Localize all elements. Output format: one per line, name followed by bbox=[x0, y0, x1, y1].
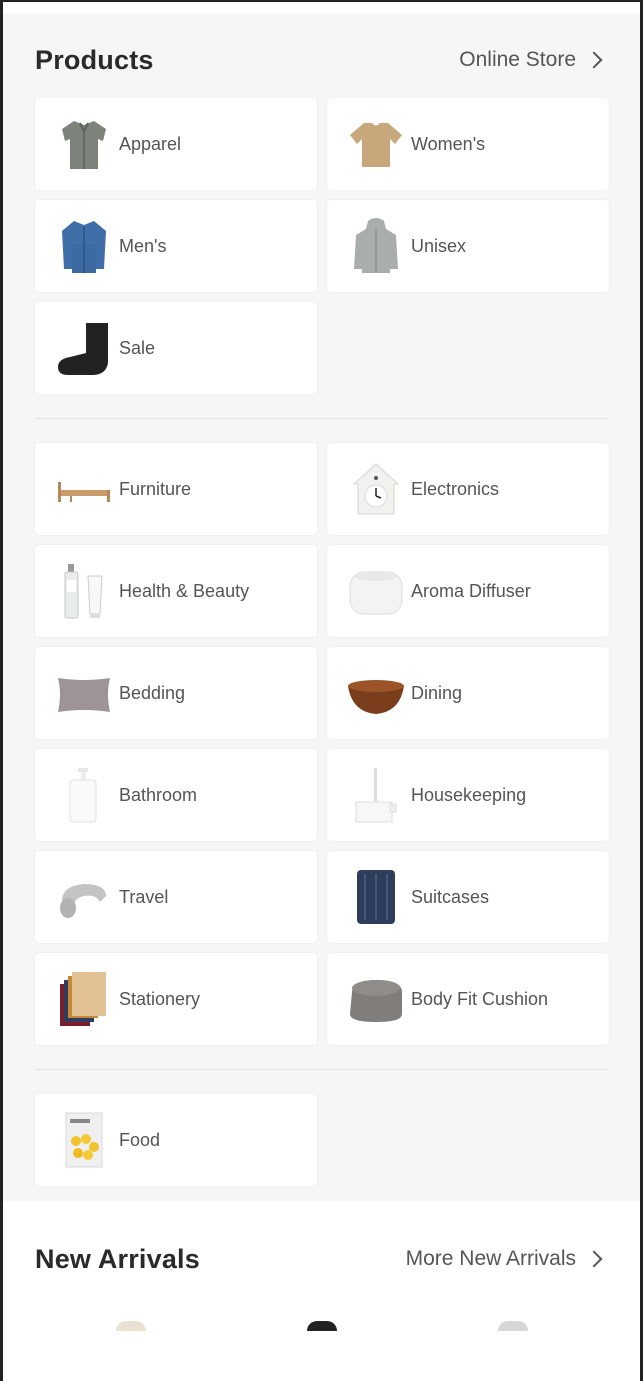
chevron-right-icon bbox=[585, 51, 603, 69]
apparel-category-grid: Apparel Women's Men's Unisex Sale bbox=[35, 98, 609, 394]
category-card-mens[interactable]: Men's bbox=[35, 200, 317, 292]
dispenser-icon bbox=[55, 764, 113, 826]
category-label: Furniture bbox=[119, 478, 192, 499]
category-card-bathroom[interactable]: Bathroom bbox=[35, 749, 317, 841]
notebooks-icon bbox=[55, 968, 113, 1030]
category-label: Housekeeping bbox=[411, 784, 527, 805]
category-card-body-fit-cushion[interactable]: Body Fit Cushion bbox=[327, 953, 609, 1045]
chevron-right-icon bbox=[585, 1250, 603, 1268]
category-label: Travel bbox=[119, 886, 169, 907]
section-divider bbox=[35, 418, 608, 419]
category-card-bedding[interactable]: Bedding bbox=[35, 647, 317, 739]
products-header: Products Online Store bbox=[35, 38, 608, 82]
shirt-icon bbox=[55, 113, 113, 175]
category-card-stationery[interactable]: Stationery bbox=[35, 953, 317, 1045]
category-label: Dining bbox=[411, 682, 463, 703]
category-card-apparel[interactable]: Apparel bbox=[35, 98, 317, 190]
clock-icon bbox=[347, 458, 405, 520]
new-arrivals-section: New Arrivals More New Arrivals bbox=[3, 1201, 640, 1361]
category-card-electronics[interactable]: Electronics bbox=[327, 443, 609, 535]
sock-icon bbox=[55, 317, 113, 379]
category-label: Sale bbox=[119, 337, 156, 358]
products-section: Products Online Store Apparel Women's Me… bbox=[3, 14, 640, 1211]
category-label: Body Fit Cushion bbox=[411, 988, 549, 1009]
pillow-icon bbox=[55, 662, 113, 724]
category-label: Women's bbox=[411, 133, 486, 154]
category-label: Unisex bbox=[411, 235, 467, 256]
more-new-arrivals-link[interactable]: More New Arrivals bbox=[406, 1247, 608, 1271]
category-card-unisex[interactable]: Unisex bbox=[327, 200, 609, 292]
home-category-grid: Furniture Electronics Health & Beauty Ar… bbox=[35, 443, 609, 1045]
category-label: Bathroom bbox=[119, 784, 198, 805]
category-card-housekeeping[interactable]: Housekeeping bbox=[327, 749, 609, 841]
category-label: Suitcases bbox=[411, 886, 490, 907]
category-card-furniture[interactable]: Furniture bbox=[35, 443, 317, 535]
category-card-womens[interactable]: Women's bbox=[327, 98, 609, 190]
snack-bag-icon bbox=[55, 1109, 113, 1171]
products-title: Products bbox=[35, 44, 154, 75]
lint-roller-icon bbox=[347, 764, 405, 826]
online-store-label: Online Store bbox=[459, 48, 576, 71]
denim-shirt-icon bbox=[55, 215, 113, 277]
category-label: Food bbox=[119, 1129, 161, 1150]
bed-icon bbox=[55, 458, 113, 520]
page-frame: Products Online Store Apparel Women's Me… bbox=[0, 0, 643, 1381]
section-divider bbox=[35, 1069, 608, 1070]
neck-pillow-icon bbox=[55, 866, 113, 928]
new-arrivals-header: New Arrivals More New Arrivals bbox=[35, 1237, 608, 1281]
online-store-link[interactable]: Online Store bbox=[459, 48, 608, 72]
product-thumbnail[interactable] bbox=[115, 1321, 146, 1331]
tshirt-icon bbox=[347, 113, 405, 175]
category-label: Electronics bbox=[411, 478, 500, 499]
product-thumbnail[interactable] bbox=[306, 1321, 337, 1331]
category-card-dining[interactable]: Dining bbox=[327, 647, 609, 739]
category-label: Stationery bbox=[119, 988, 201, 1009]
new-arrivals-carousel bbox=[35, 1321, 608, 1331]
category-card-sale[interactable]: Sale bbox=[35, 302, 317, 394]
product-thumbnail[interactable] bbox=[497, 1321, 528, 1331]
category-card-health-beauty[interactable]: Health & Beauty bbox=[35, 545, 317, 637]
category-label: Apparel bbox=[119, 133, 182, 154]
category-card-aroma-diffuser[interactable]: Aroma Diffuser bbox=[327, 545, 609, 637]
hoodie-icon bbox=[347, 215, 405, 277]
suitcase-icon bbox=[347, 866, 405, 928]
category-label: Health & Beauty bbox=[119, 580, 250, 601]
new-arrivals-title: New Arrivals bbox=[35, 1243, 200, 1274]
category-label: Aroma Diffuser bbox=[411, 580, 531, 601]
category-card-travel[interactable]: Travel bbox=[35, 851, 317, 943]
bowl-icon bbox=[347, 662, 405, 724]
more-new-arrivals-label: More New Arrivals bbox=[405, 1247, 576, 1270]
category-card-food[interactable]: Food bbox=[35, 1094, 317, 1186]
category-label: Men's bbox=[119, 235, 167, 256]
category-card-suitcases[interactable]: Suitcases bbox=[327, 851, 609, 943]
beanbag-icon bbox=[347, 968, 405, 1030]
category-label: Bedding bbox=[119, 682, 186, 703]
bottles-icon bbox=[55, 560, 113, 622]
diffuser-icon bbox=[347, 560, 405, 622]
food-category-grid: Food bbox=[35, 1094, 608, 1186]
